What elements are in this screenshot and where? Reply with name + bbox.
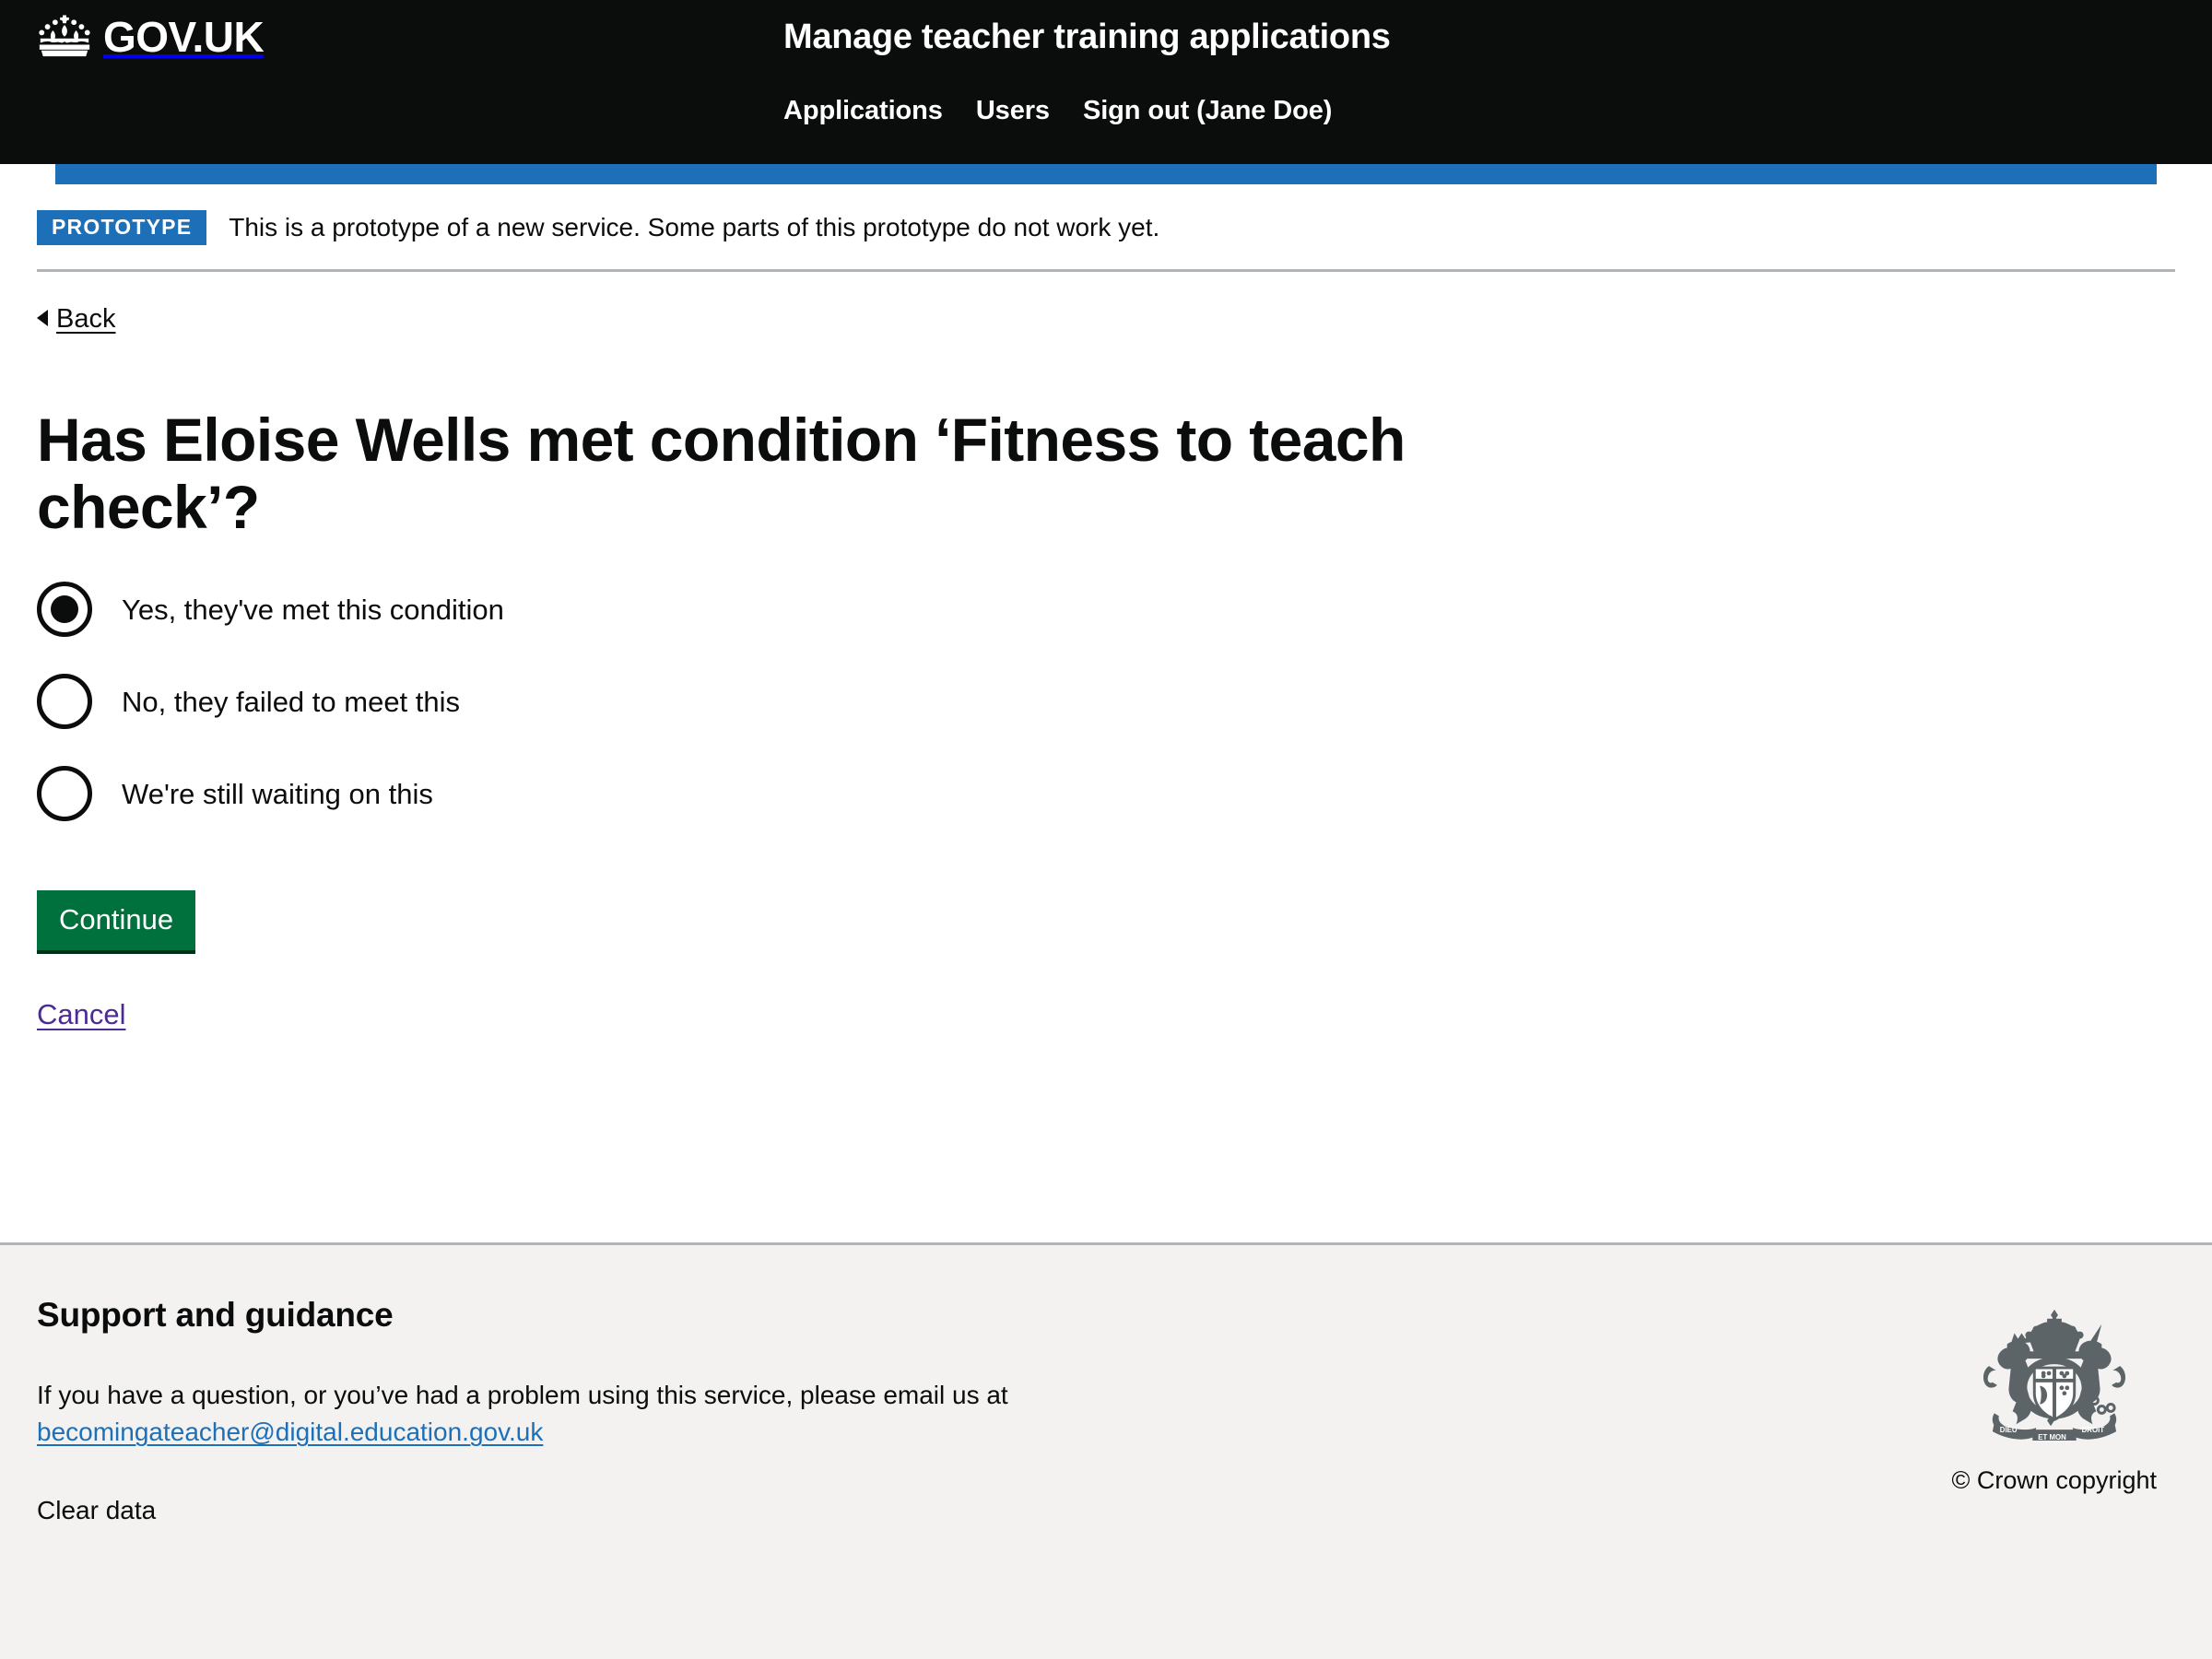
radio-option-no[interactable]: No, they failed to meet this bbox=[37, 671, 2175, 732]
back-link[interactable]: Back bbox=[37, 304, 115, 335]
gov-uk-logo-text: GOV.UK bbox=[103, 13, 265, 61]
form-actions: Continue bbox=[37, 855, 2175, 955]
nav-item-sign-out[interactable]: Sign out (Jane Doe) bbox=[1083, 96, 1332, 126]
site-footer: Support and guidance If you have a quest… bbox=[0, 1242, 2212, 1659]
clear-data-link[interactable]: Clear data bbox=[37, 1496, 156, 1525]
crown-copyright: © Crown copyright bbox=[1951, 1466, 2157, 1494]
cancel-action: Cancel bbox=[37, 954, 2175, 1031]
prototype-tag: PROTOTYPE bbox=[37, 210, 207, 245]
royal-coat-of-arms-icon: DIEU DROIT ET MON bbox=[1972, 1302, 2136, 1441]
page-title: Has Eloise Wells met condition ‘Fitness … bbox=[37, 406, 1406, 541]
page-root: GOV.UK Manage teacher training applicati… bbox=[0, 0, 2212, 1659]
nav-item-users[interactable]: Users bbox=[976, 96, 1050, 126]
svg-text:DIEU: DIEU bbox=[2000, 1426, 2018, 1434]
cancel-link[interactable]: Cancel bbox=[37, 998, 126, 1031]
radio-option-waiting[interactable]: We're still waiting on this bbox=[37, 763, 2175, 824]
footer-support-sentence: If you have a question, or you’ve had a … bbox=[37, 1380, 1008, 1409]
radio-group: Yes, they've met this condition No, they… bbox=[37, 579, 2175, 824]
footer-crest-section: DIEU DROIT ET MON © Crown copyright bbox=[1952, 1297, 2175, 1525]
phase-banner-wrapper: PROTOTYPE This is a prototype of a new s… bbox=[0, 184, 2212, 272]
service-name: Manage teacher training applications bbox=[783, 18, 1391, 56]
footer-heading: Support and guidance bbox=[37, 1296, 394, 1334]
gov-uk-crown-icon bbox=[35, 13, 94, 61]
footer-support-text: If you have a question, or you’ve had a … bbox=[37, 1377, 1008, 1452]
back-link-label: Back bbox=[56, 304, 116, 334]
radio-label-no: No, they failed to meet this bbox=[122, 685, 461, 718]
footer-support-section: Support and guidance If you have a quest… bbox=[37, 1296, 1008, 1525]
radio-label-waiting: We're still waiting on this bbox=[122, 777, 433, 810]
support-email-link[interactable]: becomingateacher@digital.education.gov.u… bbox=[37, 1418, 543, 1446]
radio-input-yes[interactable] bbox=[37, 582, 92, 638]
radio-option-yes[interactable]: Yes, they've met this condition bbox=[37, 579, 2175, 640]
gov-uk-logo-link[interactable]: GOV.UK bbox=[35, 13, 265, 61]
continue-button[interactable]: Continue bbox=[37, 890, 196, 955]
site-header: GOV.UK Manage teacher training applicati… bbox=[0, 0, 2212, 164]
phase-banner: PROTOTYPE This is a prototype of a new s… bbox=[37, 184, 2175, 272]
main-content: Back Has Eloise Wells met condition ‘Fit… bbox=[0, 272, 2212, 1242]
svg-text:DROIT: DROIT bbox=[2081, 1426, 2104, 1434]
header-navigation: Applications Users Sign out (Jane Doe) bbox=[783, 96, 1332, 126]
phase-banner-text: This is a prototype of a new service. So… bbox=[229, 212, 1160, 241]
svg-text:ET MON: ET MON bbox=[2038, 1433, 2066, 1441]
radio-input-no[interactable] bbox=[37, 674, 92, 730]
chevron-left-icon bbox=[37, 310, 48, 326]
radio-label-yes: Yes, they've met this condition bbox=[122, 593, 504, 626]
nav-item-applications[interactable]: Applications bbox=[783, 96, 943, 126]
radio-input-waiting[interactable] bbox=[37, 766, 92, 822]
header-accent-bar bbox=[55, 164, 2157, 184]
